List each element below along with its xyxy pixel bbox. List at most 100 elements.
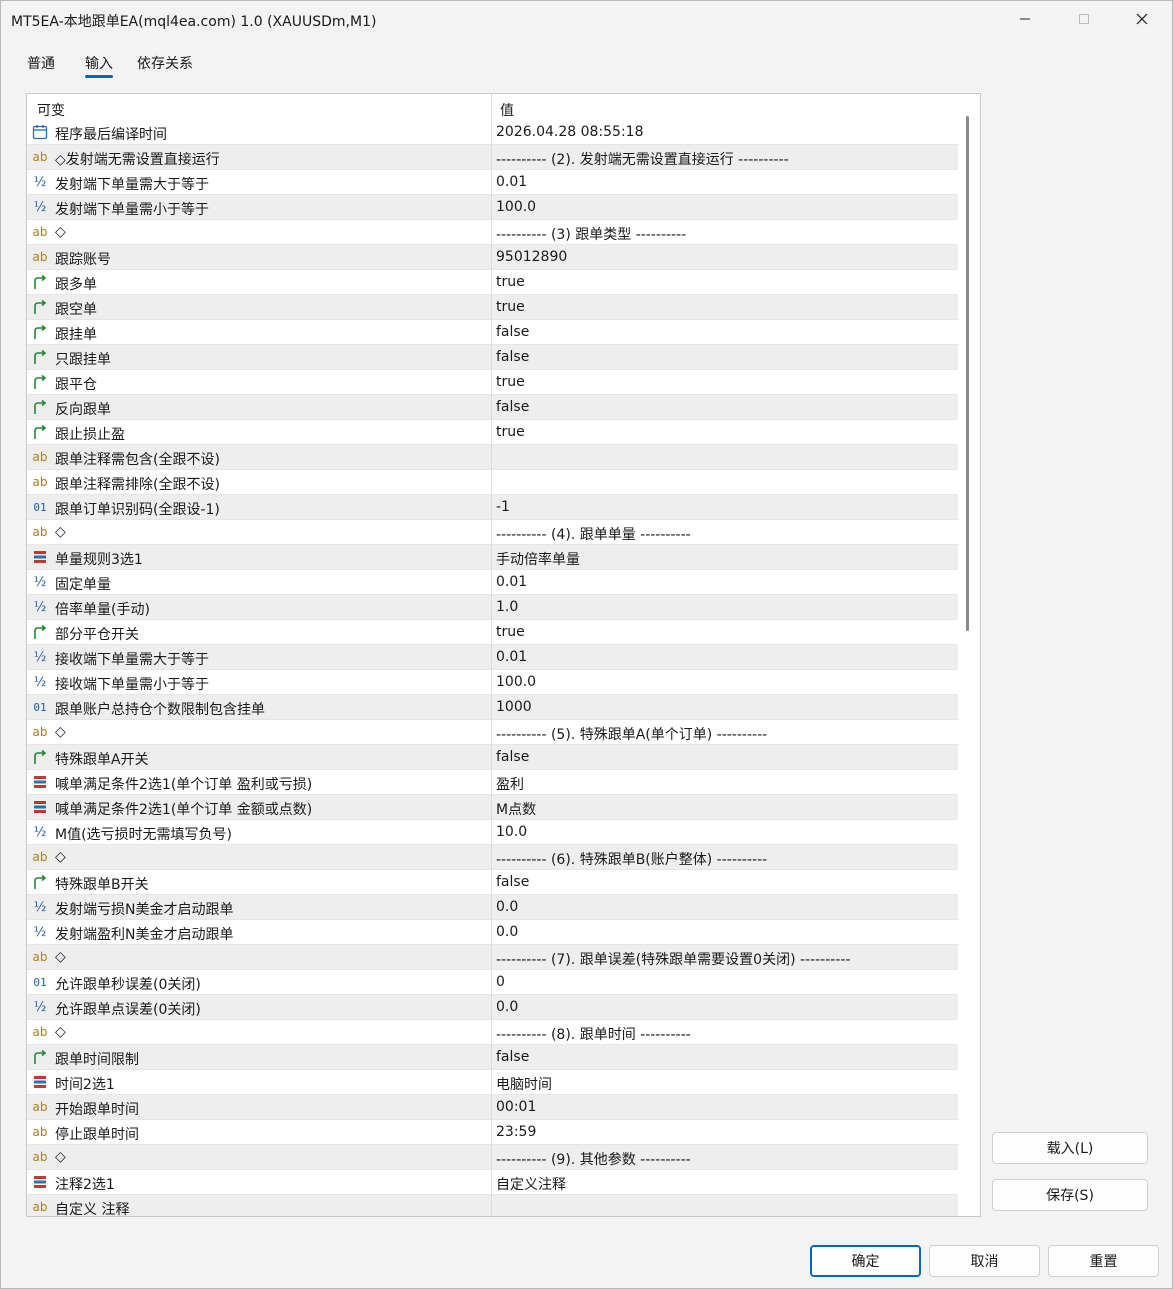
table-row[interactable]: ab 跟单注释需包含(全跟不设) <box>27 445 958 470</box>
table-row[interactable]: ab ◇ ---------- (5). 特殊跟单A(单个订单) ---------… <box>27 720 958 745</box>
row-value-cell[interactable]: false <box>496 1049 529 1065</box>
row-value-cell[interactable]: M点数 <box>496 799 536 819</box>
table-row[interactable]: 喊单满足条件2选1(单个订单 金额或点数) M点数 <box>27 795 958 820</box>
row-value-cell[interactable]: 100.0 <box>496 199 536 215</box>
row-value-cell[interactable]: true <box>496 274 525 290</box>
table-row[interactable]: ab 跟踪账号 95012890 <box>27 245 958 270</box>
row-value-cell[interactable]: 手动倍率单量 <box>496 549 580 569</box>
table-row[interactable]: ab ◇发射端无需设置直接运行 ---------- (2). 发射端无需设置直接运… <box>27 145 958 170</box>
table-row[interactable]: 喊单满足条件2选1(单个订单 盈利或亏损) 盈利 <box>27 770 958 795</box>
row-value-cell[interactable]: 1000 <box>496 699 532 715</box>
table-row[interactable]: 只跟挂单 false <box>27 345 958 370</box>
table-row[interactable]: ab 停止跟单时间 23:59 <box>27 1120 958 1145</box>
table-row[interactable]: ½ 接收端下单量需大于等于 0.01 <box>27 645 958 670</box>
row-value-cell[interactable]: 10.0 <box>496 824 527 840</box>
table-row[interactable]: ½ 倍率单量(手动) 1.0 <box>27 595 958 620</box>
table-row[interactable]: ab 开始跟单时间 00:01 <box>27 1095 958 1120</box>
table-row[interactable]: 01 跟单账户总持仓个数限制包含挂单 1000 <box>27 695 958 720</box>
table-row[interactable]: 跟止损止盈 true <box>27 420 958 445</box>
table-row[interactable]: ½ 允许跟单点误差(0关闭) 0.0 <box>27 995 958 1020</box>
tab-dependencies[interactable]: 依存关系 <box>137 53 193 73</box>
table-row[interactable]: ab ◇ ---------- (8). 跟单时间 ---------- <box>27 1020 958 1045</box>
row-value-cell[interactable]: 0.0 <box>496 899 518 915</box>
tab-common[interactable]: 普通 <box>27 53 55 73</box>
table-row[interactable]: ½ M值(选亏损时无需填写负号) 10.0 <box>27 820 958 845</box>
table-row[interactable]: 程序最后编译时间 2026.04.28 08:55:18 <box>27 120 958 145</box>
ok-button[interactable]: 确定 <box>810 1245 921 1277</box>
row-value-cell[interactable]: true <box>496 299 525 315</box>
close-button[interactable] <box>1118 1 1166 37</box>
table-row[interactable]: ½ 固定单量 0.01 <box>27 570 958 595</box>
table-row[interactable]: ab ◇ ---------- (6). 特殊跟单B(账户整体) ---------… <box>27 845 958 870</box>
row-value-cell[interactable]: false <box>496 874 529 890</box>
table-row[interactable]: ab ◇ ---------- (4). 跟单单量 ---------- <box>27 520 958 545</box>
table-row[interactable]: 时间2选1 电脑时间 <box>27 1070 958 1095</box>
row-value-cell[interactable]: ---------- (7). 跟单误差(特殊跟单需要设置0关闭) ------… <box>496 949 851 969</box>
table-row[interactable]: ½ 发射端盈利N美金才启动跟单 0.0 <box>27 920 958 945</box>
table-row[interactable]: 跟挂单 false <box>27 320 958 345</box>
reset-button[interactable]: 重置 <box>1048 1245 1159 1277</box>
table-row[interactable]: 部分平仓开关 true <box>27 620 958 645</box>
table-row[interactable]: 特殊跟单B开关 false <box>27 870 958 895</box>
table-row[interactable]: ab 自定义 注释 <box>27 1195 958 1216</box>
cancel-button[interactable]: 取消 <box>929 1245 1040 1277</box>
row-value-cell[interactable]: 0.01 <box>496 649 527 665</box>
row-value-cell[interactable]: 自定义注释 <box>496 1174 566 1194</box>
row-value-cell[interactable]: 0.01 <box>496 574 527 590</box>
row-value-cell[interactable]: false <box>496 349 529 365</box>
table-row[interactable]: 01 允许跟单秒误差(0关闭) 0 <box>27 970 958 995</box>
table-row[interactable]: 跟空单 true <box>27 295 958 320</box>
row-value-cell[interactable]: 0.01 <box>496 174 527 190</box>
vertical-scrollbar[interactable] <box>958 94 980 1216</box>
save-button[interactable]: 保存(S) <box>992 1179 1148 1211</box>
scrollbar-thumb[interactable] <box>966 116 969 631</box>
minimize-button[interactable] <box>1001 1 1049 37</box>
table-row[interactable]: 特殊跟单A开关 false <box>27 745 958 770</box>
row-value-cell[interactable]: ---------- (2). 发射端无需设置直接运行 ---------- <box>496 149 789 169</box>
row-value-cell[interactable]: ---------- (5). 特殊跟单A(单个订单) ---------- <box>496 724 767 744</box>
tab-inputs[interactable]: 输入 <box>85 53 113 78</box>
row-value-cell[interactable]: ---------- (4). 跟单单量 ---------- <box>496 524 691 544</box>
table-row[interactable]: ½ 发射端下单量需大于等于 0.01 <box>27 170 958 195</box>
row-value-cell[interactable]: ---------- (6). 特殊跟单B(账户整体) ---------- <box>496 849 767 869</box>
table-row[interactable]: 跟单时间限制 false <box>27 1045 958 1070</box>
row-value-cell[interactable]: 95012890 <box>496 249 567 265</box>
row-value-cell[interactable]: 2026.04.28 08:55:18 <box>496 124 644 140</box>
row-value-cell[interactable]: ---------- (3) 跟单类型 ---------- <box>496 224 686 244</box>
table-row[interactable]: ab 跟单注释需排除(全跟不设) <box>27 470 958 495</box>
column-divider[interactable] <box>491 94 492 120</box>
row-value-cell[interactable]: 23:59 <box>496 1124 536 1140</box>
row-value-cell[interactable]: 0 <box>496 974 505 990</box>
maximize-button[interactable] <box>1060 1 1108 37</box>
table-row[interactable]: ab ◇ ---------- (7). 跟单误差(特殊跟单需要设置0关闭) ---… <box>27 945 958 970</box>
table-row[interactable]: ab ◇ ---------- (3) 跟单类型 ---------- <box>27 220 958 245</box>
row-value-cell[interactable]: false <box>496 399 529 415</box>
column-header-variable[interactable]: 可变 <box>37 100 65 120</box>
row-value-cell[interactable]: ---------- (8). 跟单时间 ---------- <box>496 1024 691 1044</box>
table-row[interactable]: ½ 发射端亏损N美金才启动跟单 0.0 <box>27 895 958 920</box>
table-row[interactable]: ½ 发射端下单量需小于等于 100.0 <box>27 195 958 220</box>
row-value-cell[interactable]: -1 <box>496 499 510 515</box>
table-row[interactable]: ½ 接收端下单量需小于等于 100.0 <box>27 670 958 695</box>
row-value-cell[interactable]: true <box>496 424 525 440</box>
row-value-cell[interactable]: 1.0 <box>496 599 518 615</box>
column-header-value[interactable]: 值 <box>500 100 514 120</box>
row-value-cell[interactable]: ---------- (9). 其他参数 ---------- <box>496 1149 691 1169</box>
row-value-cell[interactable]: 0.0 <box>496 999 518 1015</box>
table-row[interactable]: 01 跟单订单识别码(全跟设-1) -1 <box>27 495 958 520</box>
table-row[interactable]: 跟平仓 true <box>27 370 958 395</box>
table-row[interactable]: 跟多单 true <box>27 270 958 295</box>
row-value-cell[interactable]: 00:01 <box>496 1099 536 1115</box>
table-row[interactable]: 单量规则3选1 手动倍率单量 <box>27 545 958 570</box>
row-value-cell[interactable]: true <box>496 624 525 640</box>
row-value-cell[interactable]: false <box>496 324 529 340</box>
table-row[interactable]: 反向跟单 false <box>27 395 958 420</box>
load-button[interactable]: 载入(L) <box>992 1132 1148 1164</box>
row-value-cell[interactable]: 盈利 <box>496 774 524 794</box>
row-value-cell[interactable]: 电脑时间 <box>496 1074 552 1094</box>
row-value-cell[interactable]: 100.0 <box>496 674 536 690</box>
row-value-cell[interactable]: true <box>496 374 525 390</box>
table-row[interactable]: ab ◇ ---------- (9). 其他参数 ---------- <box>27 1145 958 1170</box>
row-value-cell[interactable]: 0.0 <box>496 924 518 940</box>
table-row[interactable]: 注释2选1 自定义注释 <box>27 1170 958 1195</box>
